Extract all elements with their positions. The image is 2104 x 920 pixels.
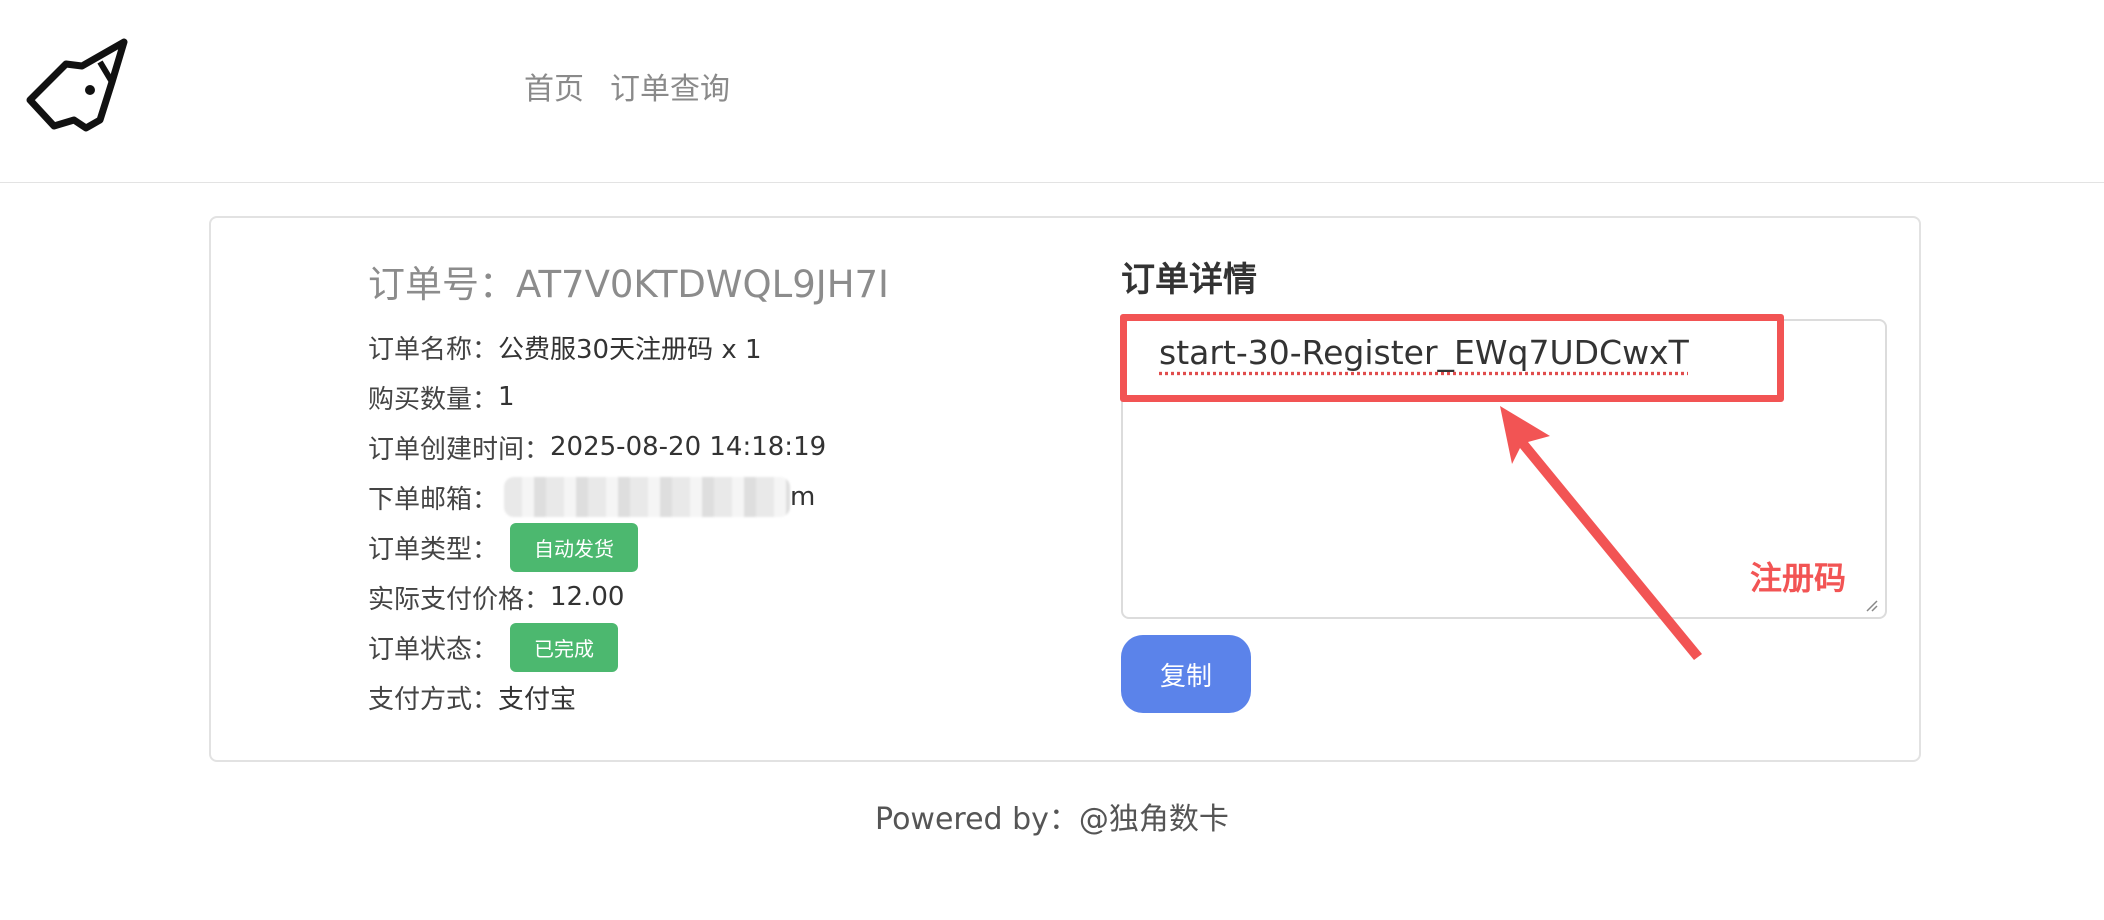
status-badge: 已完成 <box>510 622 619 672</box>
header: 首页 订单查询 <box>0 0 2104 183</box>
copy-button[interactable]: 复制 <box>1121 635 1251 713</box>
nav-order-query[interactable]: 订单查询 <box>610 64 730 108</box>
order-payment-row: 支付方式： 支付宝 <box>368 684 577 715</box>
highlight-box <box>1120 314 1784 402</box>
footer: Powered by：@独角数卡 <box>875 802 1229 837</box>
order-detail-title: 订单详情 <box>1121 260 1257 300</box>
top-nav: 首页 订单查询 <box>524 64 730 108</box>
auto-delivery-badge: 自动发货 <box>510 522 639 572</box>
order-price-row: 实际支付价格： 12.00 <box>368 582 625 615</box>
annotation-label: 注册码 <box>1750 559 1847 597</box>
redacted-email <box>504 477 791 517</box>
order-number: 订单号：AT7V0KTDWQL9JH7I <box>368 263 889 306</box>
annotation-arrow-icon <box>1500 406 1702 660</box>
order-name-row: 订单名称： 公费服30天注册码 x 1 <box>368 334 762 365</box>
order-info: 订单号：AT7V0KTDWQL9JH7I 订单名称： 公费服30天注册码 x 1… <box>368 254 889 722</box>
resize-handle-icon[interactable] <box>1863 597 1879 613</box>
unicorn-logo-icon[interactable] <box>20 36 130 136</box>
nav-home[interactable]: 首页 <box>524 64 584 108</box>
order-qty-row: 购买数量： 1 <box>368 382 515 415</box>
order-status-row: 订单状态： 已完成 <box>368 622 889 672</box>
order-created-row: 订单创建时间： 2025-08-20 14:18:19 <box>368 432 827 465</box>
order-type-row: 订单类型： 自动发货 <box>368 522 889 572</box>
order-email-row: 下单邮箱： m <box>368 472 889 522</box>
